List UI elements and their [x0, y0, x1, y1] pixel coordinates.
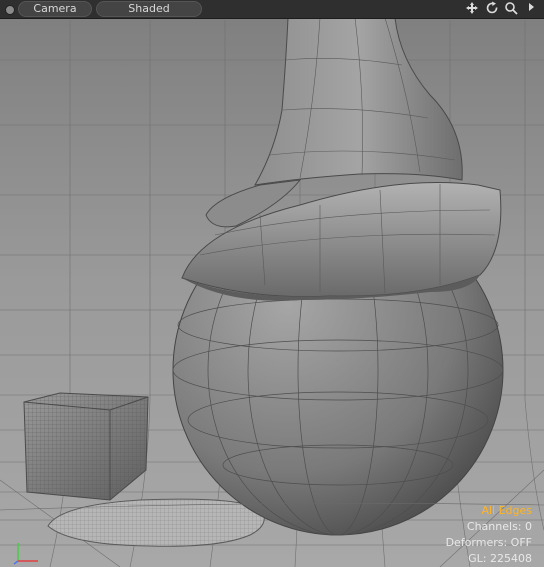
camera-dropdown[interactable]: Camera	[18, 1, 92, 17]
cube-mesh[interactable]	[23, 392, 149, 501]
viewport-scene	[0, 0, 544, 567]
axis-gizmo-icon	[13, 543, 38, 565]
viewport-status: All Edges Channels: 0 Deformers: OFF GL:…	[446, 503, 532, 567]
rotate-icon[interactable]	[484, 1, 500, 17]
shading-dropdown[interactable]: Shaded	[96, 1, 202, 17]
viewport-menu-dot-icon[interactable]	[5, 5, 15, 15]
3d-viewport[interactable]: All Edges Channels: 0 Deformers: OFF GL:…	[0, 0, 544, 567]
move-icon[interactable]	[464, 1, 480, 17]
gl-count-label: GL: 225408	[468, 552, 532, 565]
viewport-toolbar: Camera Shaded	[0, 0, 544, 19]
channels-label: Channels: 0	[466, 520, 532, 533]
zoom-icon[interactable]	[503, 1, 519, 17]
arrow-right-icon[interactable]	[523, 1, 539, 17]
selection-mode-label: All Edges	[481, 504, 532, 517]
deformers-label: Deformers: OFF	[445, 536, 532, 549]
